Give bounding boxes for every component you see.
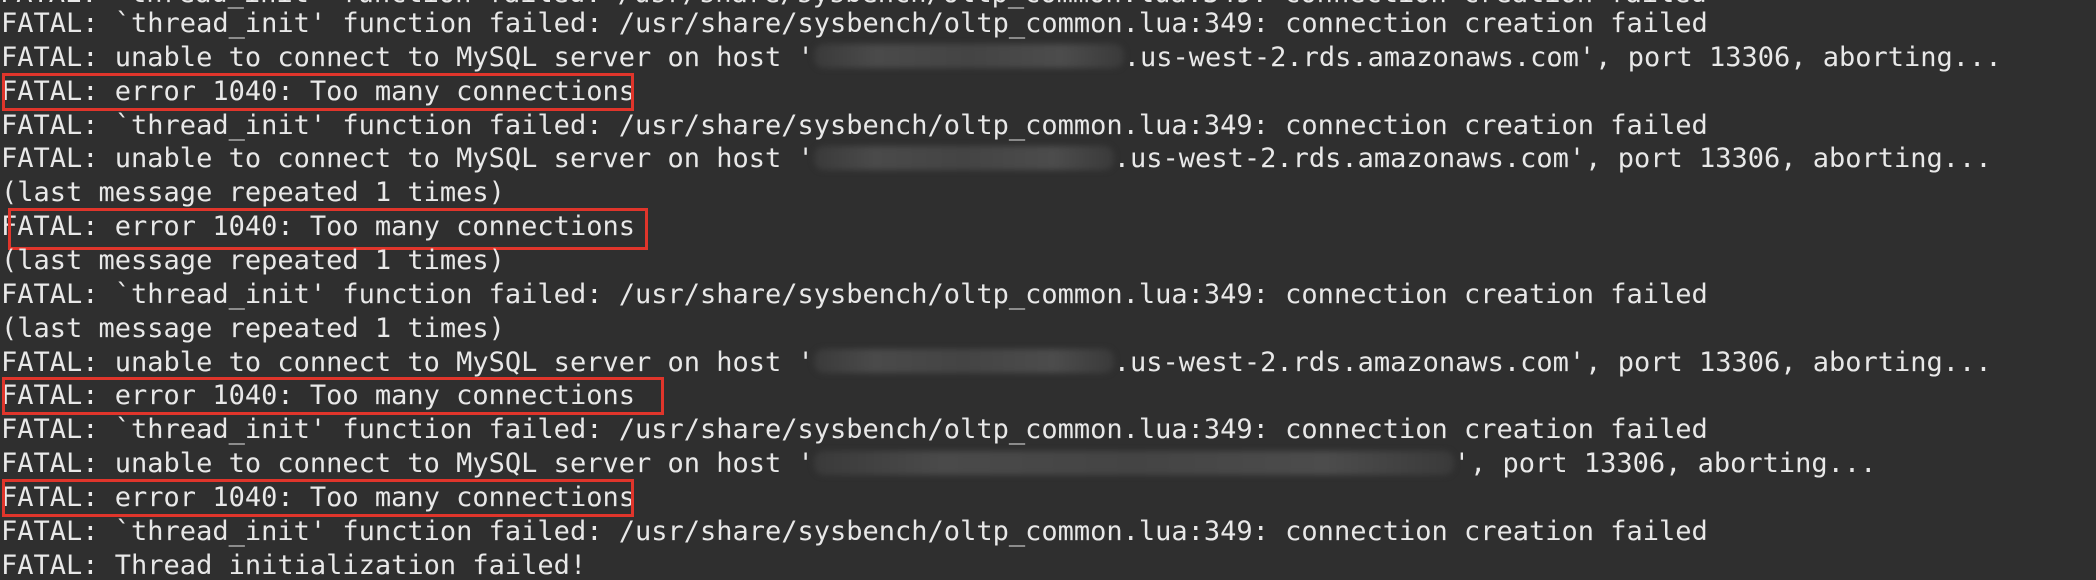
error-highlight-box xyxy=(2,72,634,111)
error-highlight-box xyxy=(2,478,634,517)
log-line: (last message repeated 1 times) xyxy=(1,312,505,344)
line-text: FATAL: unable to connect to MySQL server… xyxy=(1,346,814,378)
line-text: FATAL: unable to connect to MySQL server… xyxy=(1,143,814,175)
log-line: (last message repeated 1 times) xyxy=(1,244,505,276)
log-line: FATAL: `thread_init' function failed: /u… xyxy=(1,109,1708,141)
redacted-hostname xyxy=(813,145,1114,170)
host-error-line: FATAL: unable to connect to MySQL server… xyxy=(1,41,2002,75)
host-error-line: FATAL: unable to connect to MySQL server… xyxy=(1,447,1876,481)
log-line: FATAL: `thread_init' function failed: /u… xyxy=(1,414,1708,446)
line-text: .us-west-2.rds.amazonaws.com', port 1330… xyxy=(1123,41,2002,73)
log-line: FATAL: `thread_init' function failed: /u… xyxy=(1,515,1708,547)
line-text: .us-west-2.rds.amazonaws.com', port 1330… xyxy=(1113,143,1992,175)
error-highlight-box xyxy=(2,377,664,416)
log-line: FATAL: `thread_init' function failed: /u… xyxy=(1,8,1708,39)
log-line: FATAL: `thread_init' function failed: /u… xyxy=(1,278,1708,310)
line-text: FATAL: unable to connect to MySQL server… xyxy=(1,448,814,480)
log-line: (last message repeated 1 times) xyxy=(1,177,505,209)
host-error-line: FATAL: unable to connect to MySQL server… xyxy=(1,346,1992,380)
line-text: ', port 13306, aborting... xyxy=(1453,448,1877,480)
line-text: .us-west-2.rds.amazonaws.com', port 1330… xyxy=(1113,346,1992,378)
redacted-hostname xyxy=(813,44,1124,69)
host-error-line: FATAL: unable to connect to MySQL server… xyxy=(1,142,1992,176)
terminal-output[interactable]: FATAL: `thread_init' function failed: /u… xyxy=(0,0,2096,580)
line-text: FATAL: unable to connect to MySQL server… xyxy=(1,41,814,73)
redacted-hostname xyxy=(813,349,1114,373)
log-line: FATAL: Thread initialization failed! xyxy=(1,549,587,580)
redacted-hostname xyxy=(813,450,1454,475)
